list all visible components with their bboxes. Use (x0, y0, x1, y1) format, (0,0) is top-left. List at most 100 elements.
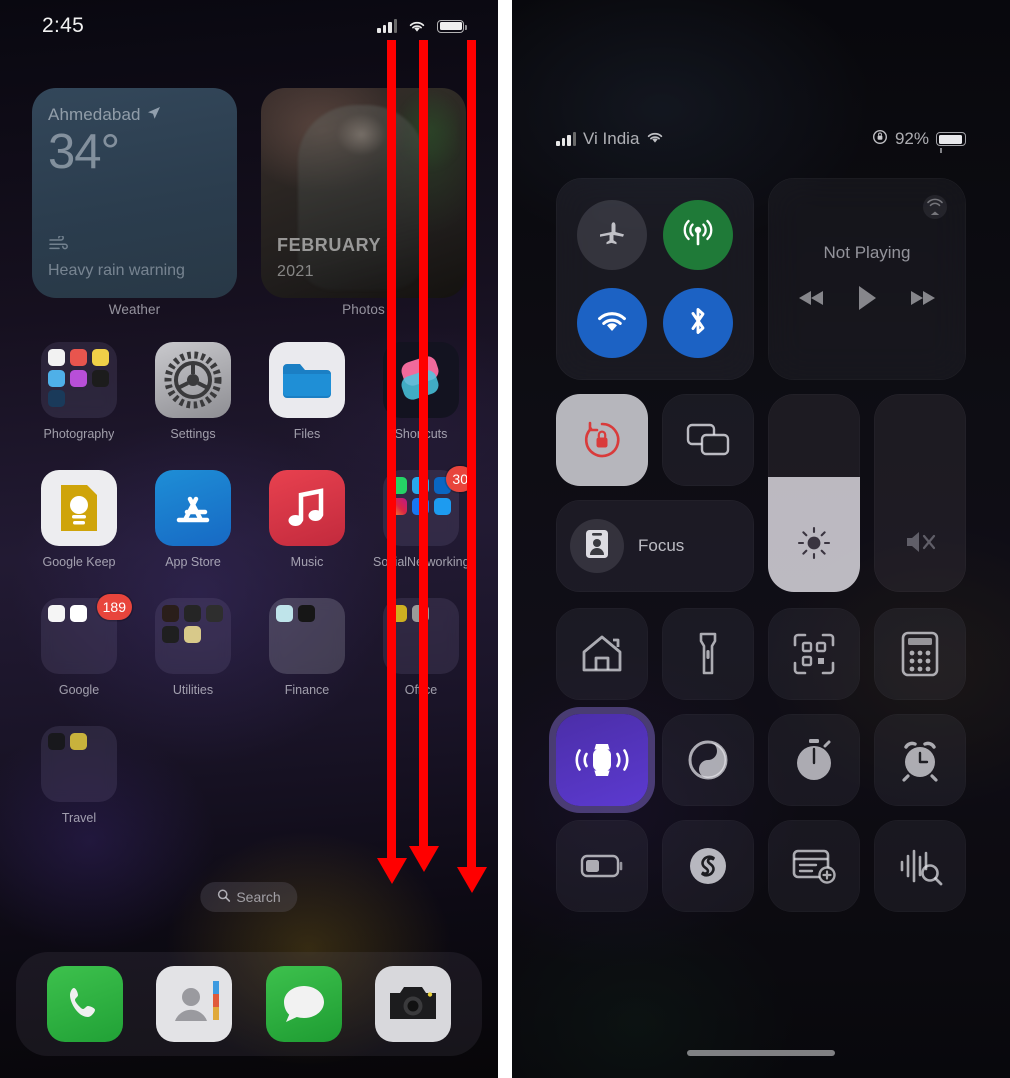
status-bar-indicators (377, 19, 467, 33)
contacts-icon[interactable] (156, 966, 233, 1042)
screenshot-stage: 2:45 Ahmedabad 34° Heavy rain warning We… (0, 0, 1010, 1078)
focus-icon-wrap (570, 519, 624, 573)
brightness-icon (796, 525, 832, 566)
music-recognition-button[interactable] (662, 820, 754, 912)
messages-icon[interactable] (265, 966, 342, 1042)
panel-divider (498, 0, 512, 1078)
battery-icon (437, 19, 467, 33)
low-power-mode-button[interactable] (556, 820, 648, 912)
connectivity-module (556, 178, 754, 380)
status-bar-time: 2:45 (42, 14, 85, 37)
app-icon-files[interactable]: Files (250, 342, 364, 441)
rotation-lock-icon (872, 129, 888, 150)
volume-slider[interactable] (874, 394, 966, 592)
app-label: Settings (170, 427, 216, 441)
code-scanner-button[interactable] (768, 608, 860, 700)
app-icon-photography[interactable]: Photography (22, 342, 136, 441)
battery-icon (936, 132, 966, 146)
dark-mode-button[interactable] (662, 714, 754, 806)
bluetooth-icon (686, 304, 710, 343)
cellular-data-button[interactable] (663, 200, 733, 270)
files-folder-icon (269, 342, 345, 418)
volume-mute-icon (903, 527, 937, 562)
weather-city-label: Ahmedabad (48, 105, 141, 124)
app-icon-utilities[interactable]: Utilities (136, 598, 250, 697)
brightness-slider[interactable] (768, 394, 860, 592)
search-pill[interactable]: Search (200, 882, 298, 912)
control-center-top-row: Not Playing (556, 178, 966, 380)
app-label: Music (290, 555, 324, 569)
airplay-icon[interactable] (922, 194, 948, 225)
photography-folder-icon (41, 342, 117, 418)
app-icon-music[interactable]: Music (250, 470, 364, 569)
quick-note-button[interactable] (768, 820, 860, 912)
timer-button[interactable] (768, 714, 860, 806)
control-center-panel: Vi India 92% Not Playing Focus (512, 0, 1010, 1078)
alarm-button[interactable] (874, 714, 966, 806)
app-label: Finance (284, 683, 330, 697)
app-label: Photography (43, 427, 115, 441)
app-icon-google[interactable]: 189 Google (22, 594, 136, 697)
focus-icon (584, 528, 610, 565)
app-icon-finance[interactable]: Finance (250, 598, 364, 697)
calculator-button[interactable] (874, 608, 966, 700)
home-button[interactable] (556, 608, 648, 700)
app-label: Travel (61, 811, 97, 825)
photos-widget-year: 2021 (277, 263, 314, 280)
control-center-body: Not Playing Focus (556, 178, 966, 912)
app-icon-app-store[interactable]: App Store (136, 470, 250, 569)
google-keep-icon (41, 470, 117, 546)
status-bar-right: 92% (872, 129, 966, 150)
sound-recognition-button[interactable] (874, 820, 966, 912)
rotation-lock-button[interactable] (556, 394, 648, 486)
search-icon (217, 889, 231, 905)
airplane-mode-button[interactable] (577, 200, 647, 270)
app-label: Google (58, 683, 100, 697)
cellular-bars-icon (556, 132, 576, 146)
photo-subject (297, 104, 425, 290)
carrier-name: Vi India (583, 129, 640, 148)
photos-widget[interactable]: FEBRUARY 5 2021 (261, 88, 466, 298)
focus-button[interactable]: Focus (556, 500, 754, 592)
control-center-grid (556, 608, 966, 912)
weather-temperature: 34° (48, 125, 120, 179)
wifi-icon (595, 308, 629, 339)
dock (16, 952, 482, 1056)
rewind-icon[interactable] (799, 289, 825, 312)
app-icon-google-keep[interactable]: Google Keep (22, 470, 136, 569)
photos-widget-date: FEBRUARY 5 (277, 235, 398, 255)
control-small-buttons-row (556, 394, 754, 486)
app-icon-settings[interactable]: Settings (136, 342, 250, 441)
camera-icon[interactable] (375, 966, 452, 1042)
airplane-icon (597, 218, 627, 253)
wifi-button[interactable] (577, 288, 647, 358)
brightness-fill (768, 477, 860, 592)
focus-label: Focus (638, 536, 685, 555)
utilities-folder-icon (155, 598, 231, 674)
music-note-icon (269, 470, 345, 546)
search-label: Search (236, 889, 281, 905)
volume-icon-wrap (874, 527, 966, 562)
cellular-bars-icon (377, 19, 397, 33)
flashlight-button[interactable] (662, 608, 754, 700)
ping-my-watch-button[interactable] (556, 714, 648, 806)
slider-group (768, 394, 966, 592)
wind-icon (48, 234, 72, 255)
cellular-signal-icon (682, 217, 714, 254)
location-arrow-icon (147, 105, 161, 125)
screen-mirroring-button[interactable] (662, 394, 754, 486)
photos-widget-label: Photos (342, 302, 385, 317)
control-left-stack: Focus (556, 394, 754, 592)
play-icon[interactable] (857, 285, 877, 316)
app-label: Files (293, 427, 321, 441)
travel-folder-icon (41, 726, 117, 802)
phone-icon[interactable] (46, 966, 123, 1042)
bluetooth-button[interactable] (663, 288, 733, 358)
weather-condition-text: Heavy rain warning (48, 262, 185, 279)
control-center-middle-row: Focus (556, 394, 966, 592)
app-icon-travel[interactable]: Travel (22, 726, 136, 825)
weather-widget[interactable]: Ahmedabad 34° Heavy rain warning (32, 88, 237, 298)
now-playing-module[interactable]: Not Playing (768, 178, 966, 380)
battery-percent-label: 92% (894, 129, 929, 148)
fast-forward-icon[interactable] (909, 289, 935, 312)
